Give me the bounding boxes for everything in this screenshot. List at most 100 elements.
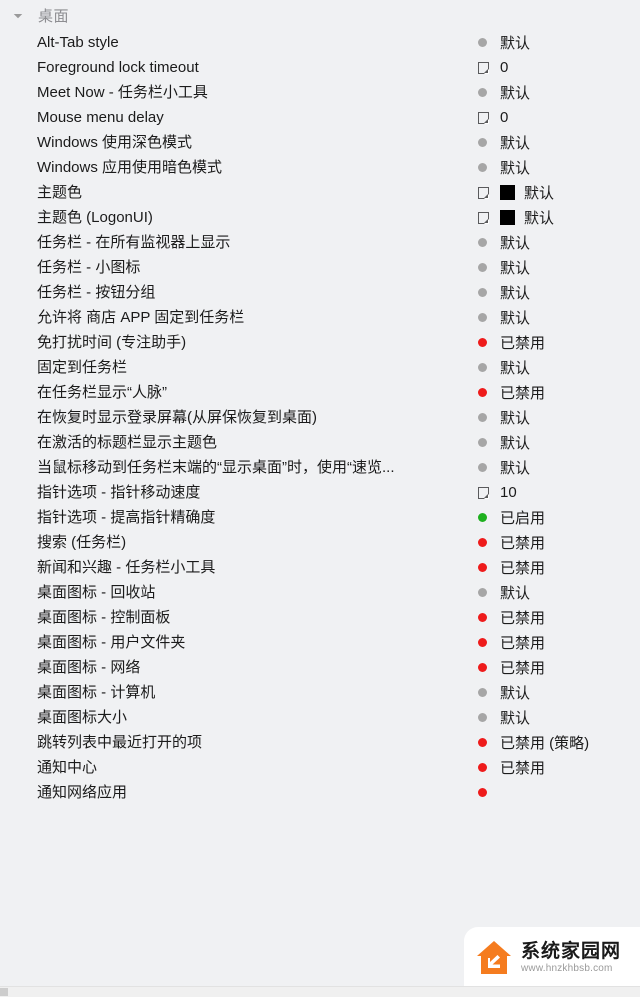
table-row[interactable]: 跳转列表中最近打开的项 已禁用 (策略) (0, 730, 640, 755)
setting-value-cell[interactable]: 默认 (478, 30, 530, 55)
setting-value-cell[interactable]: 已禁用 (478, 630, 545, 655)
setting-value-text: 已禁用 (500, 335, 546, 352)
table-row[interactable]: Windows 使用深色模式 默认 (0, 130, 640, 155)
setting-value-cell[interactable]: 0 (478, 105, 508, 130)
setting-value-cell[interactable]: 默认 (478, 255, 530, 280)
table-row[interactable]: 指针选项 - 指针移动速度 10 (0, 480, 640, 505)
table-row[interactable]: 在激活的标题栏显示主题色 默认 (0, 430, 640, 455)
setting-value-text: 默认 (500, 260, 531, 277)
setting-value-cell[interactable]: 默认 (478, 80, 530, 105)
setting-label: 允许将 商店 APP 固定到任务栏 (37, 309, 245, 326)
table-row[interactable]: 桌面图标 - 用户文件夹 已禁用 (0, 630, 640, 655)
status-dot-default-icon (478, 163, 487, 172)
color-swatch[interactable] (500, 210, 515, 225)
status-dot-disabled-icon (478, 563, 487, 572)
table-row[interactable]: 免打扰时间 (专注助手) 已禁用 (0, 330, 640, 355)
setting-value-cell[interactable]: 已启用 (478, 505, 545, 530)
table-row[interactable]: Foreground lock timeout 0 (0, 55, 640, 80)
setting-value-cell[interactable]: 默认 (478, 405, 530, 430)
table-row[interactable]: 桌面图标 - 回收站 默认 (0, 580, 640, 605)
setting-value-cell[interactable]: 已禁用 (478, 380, 545, 405)
setting-value-cell[interactable]: 默认 (478, 305, 530, 330)
setting-value-cell[interactable]: 默认 (478, 355, 530, 380)
table-row[interactable]: 桌面图标大小 默认 (0, 705, 640, 730)
triangle-collapse-icon[interactable] (12, 8, 26, 22)
table-row[interactable]: 在任务栏显示“人脉” 已禁用 (0, 380, 640, 405)
table-row[interactable]: 桌面图标 - 计算机 默认 (0, 680, 640, 705)
table-row[interactable]: 允许将 商店 APP 固定到任务栏 默认 (0, 305, 640, 330)
setting-value-cell[interactable]: 默认 (478, 230, 530, 255)
table-row[interactable]: Alt-Tab style 默认 (0, 30, 640, 55)
watermark-text: 系统家园网 www.hnzkhbsb.com (521, 940, 622, 975)
setting-value-cell[interactable]: 已禁用 (478, 530, 545, 555)
setting-value-text: 已启用 (500, 510, 546, 527)
setting-label: 通知中心 (37, 759, 98, 776)
setting-value-cell[interactable]: 默认 (478, 680, 530, 705)
status-dot-disabled-icon (478, 638, 487, 647)
setting-value-cell[interactable]: 0 (478, 55, 508, 80)
setting-value-text: 默认 (500, 710, 531, 727)
table-row[interactable]: 主题色 (LogonUI) 默认 (0, 205, 640, 230)
setting-value-cell[interactable]: 默认 (478, 130, 530, 155)
table-row[interactable]: 固定到任务栏 默认 (0, 355, 640, 380)
setting-value-cell[interactable]: 默认 (478, 155, 530, 180)
setting-value-cell[interactable]: 已禁用 (478, 330, 545, 355)
value-page-icon (478, 211, 489, 224)
table-row[interactable]: Windows 应用使用暗色模式 默认 (0, 155, 640, 180)
setting-value-cell[interactable]: 已禁用 (478, 605, 545, 630)
setting-value-cell[interactable]: 默认 (478, 280, 530, 305)
setting-label: 指针选项 - 提高指针精确度 (37, 509, 216, 526)
setting-value-cell[interactable] (478, 780, 500, 805)
setting-value-cell[interactable]: 已禁用 (478, 755, 545, 780)
table-row[interactable]: 新闻和兴趣 - 任务栏小工具 已禁用 (0, 555, 640, 580)
setting-value-cell[interactable]: 已禁用 (478, 655, 545, 680)
status-dot-default-icon (478, 88, 487, 97)
table-row[interactable]: 任务栏 - 在所有监视器上显示 默认 (0, 230, 640, 255)
color-swatch[interactable] (500, 185, 515, 200)
setting-label: 任务栏 - 小图标 (37, 259, 141, 276)
table-row[interactable]: 当鼠标移动到任务栏末端的“显示桌面”时，使用“速览... 默认 (0, 455, 640, 480)
setting-label: 在激活的标题栏显示主题色 (37, 434, 218, 451)
horizontal-scrollbar-thumb[interactable] (0, 988, 8, 996)
watermark-title: 系统家园网 (521, 940, 622, 962)
status-dot-default-icon (478, 313, 487, 322)
table-row[interactable]: Mouse menu delay 0 (0, 105, 640, 130)
table-row[interactable]: 桌面图标 - 网络 已禁用 (0, 655, 640, 680)
settings-list-window: 桌面 Alt-Tab style 默认 Foreground lock timeou… (0, 0, 640, 997)
setting-value-text: 默认 (500, 435, 531, 452)
table-row[interactable]: 通知中心 已禁用 (0, 755, 640, 780)
setting-value-text: 默认 (500, 585, 531, 602)
setting-value-cell[interactable]: 默认 (478, 580, 530, 605)
horizontal-scrollbar[interactable] (0, 986, 640, 997)
table-row[interactable]: Meet Now - 任务栏小工具 默认 (0, 80, 640, 105)
status-dot-disabled-icon (478, 388, 487, 397)
setting-value-cell[interactable]: 默认 (478, 430, 530, 455)
setting-label: Mouse menu delay (37, 109, 164, 126)
setting-label: 主题色 (37, 184, 83, 201)
setting-value-text: 默认 (524, 185, 555, 202)
setting-value-cell[interactable]: 10 (478, 480, 517, 505)
setting-value-cell[interactable]: 默认 (478, 455, 530, 480)
setting-label: Windows 使用深色模式 (37, 134, 193, 151)
table-row[interactable]: 桌面图标 - 控制面板 已禁用 (0, 605, 640, 630)
setting-label: 桌面图标大小 (37, 709, 128, 726)
setting-label: 固定到任务栏 (37, 359, 128, 376)
table-row[interactable]: 任务栏 - 小图标 默认 (0, 255, 640, 280)
setting-value-text: 默认 (500, 310, 531, 327)
group-header-desktop[interactable]: 桌面 (0, 0, 640, 30)
table-row[interactable]: 任务栏 - 按钮分组 默认 (0, 280, 640, 305)
watermark-url: www.hnzkhbsb.com (521, 963, 613, 975)
table-row[interactable]: 指针选项 - 提高指针精确度 已启用 (0, 505, 640, 530)
settings-row-list: Alt-Tab style 默认 Foreground lock timeout 0 M… (0, 30, 640, 805)
setting-value-cell[interactable]: 已禁用 (策略) (478, 730, 589, 755)
table-row[interactable]: 通知网络应用 (0, 780, 640, 805)
setting-value-cell[interactable]: 已禁用 (478, 555, 545, 580)
table-row[interactable]: 主题色 默认 (0, 180, 640, 205)
setting-value-cell[interactable]: 默认 (478, 205, 554, 230)
table-row[interactable]: 在恢复时显示登录屏幕(从屏保恢复到桌面) 默认 (0, 405, 640, 430)
setting-label: 桌面图标 - 网络 (37, 659, 141, 676)
table-row[interactable]: 搜索 (任务栏) 已禁用 (0, 530, 640, 555)
setting-value-cell[interactable]: 默认 (478, 705, 530, 730)
setting-value-cell[interactable]: 默认 (478, 180, 554, 205)
status-dot-default-icon (478, 463, 487, 472)
